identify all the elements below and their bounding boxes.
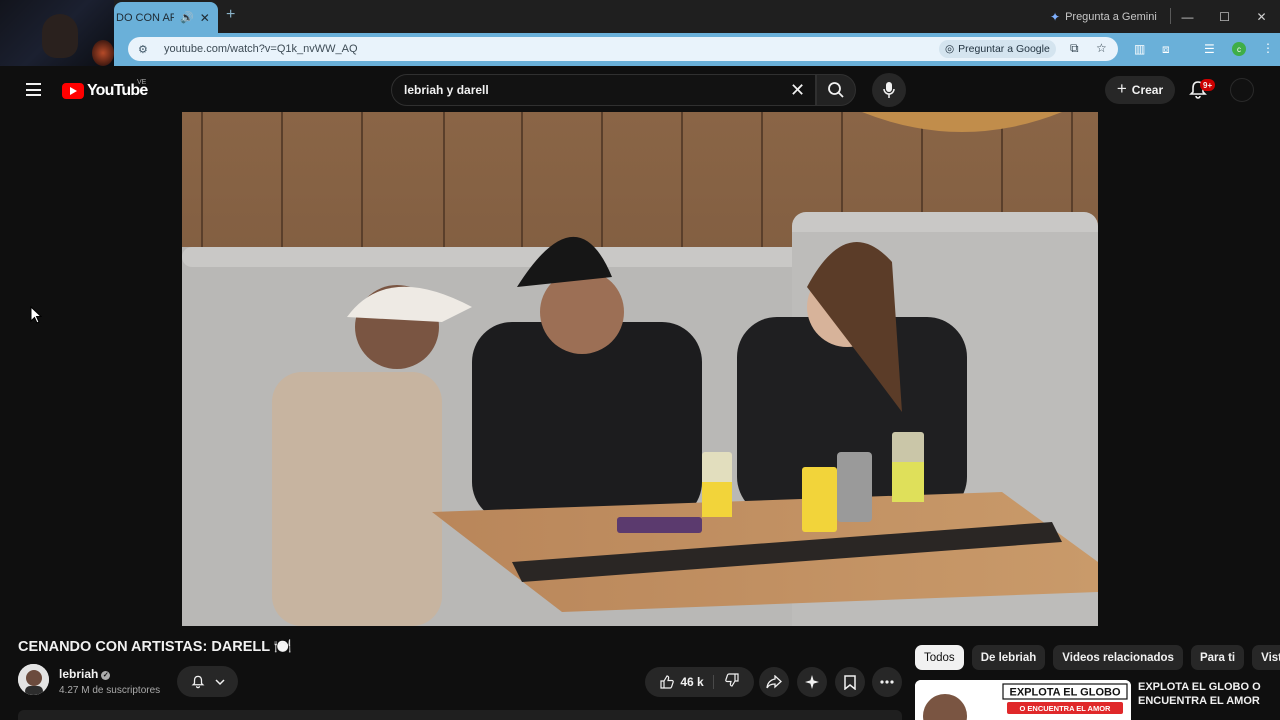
site-info-icon[interactable]: ⚙ xyxy=(138,43,150,56)
related-filter-chips: Todos De lebriah Videos relacionados Par… xyxy=(915,645,1280,670)
search-button[interactable] xyxy=(816,74,856,106)
more-horizontal-icon xyxy=(880,680,894,684)
chip-videos-relacionados[interactable]: Videos relacionados xyxy=(1053,645,1183,670)
maximize-button[interactable]: ☐ xyxy=(1206,0,1243,33)
search-icon xyxy=(828,82,844,98)
channel-name[interactable]: lebriah ✓ xyxy=(59,667,111,681)
more-actions-button[interactable] xyxy=(872,667,902,697)
bell-icon xyxy=(191,675,204,688)
chevron-down-icon xyxy=(214,678,225,685)
clear-search-icon[interactable]: ✕ xyxy=(790,80,805,101)
recommended-video-title[interactable]: EXPLOTA EL GLOBO O ENCUENTRA EL AMOR xyxy=(1138,680,1268,708)
url-text: youtube.com/watch?v=Q1k_nvWW_AQ xyxy=(164,43,358,55)
new-tab-button[interactable]: + xyxy=(226,6,235,24)
share-icon xyxy=(766,675,782,689)
like-count: 46 k xyxy=(680,675,704,689)
save-button[interactable] xyxy=(835,667,865,697)
notification-badge: 9+ xyxy=(1200,79,1216,91)
ask-google-label: Preguntar a Google xyxy=(958,43,1050,55)
minimize-button[interactable]: — xyxy=(1169,0,1206,33)
thumbs-up-icon xyxy=(660,675,675,689)
microphone-icon xyxy=(883,82,895,98)
ask-ai-button[interactable] xyxy=(797,667,827,697)
chip-para-ti[interactable]: Para ti xyxy=(1190,645,1245,670)
extensions-icon[interactable]: ⧈ xyxy=(1162,42,1170,57)
window-controls: — ☐ ✕ xyxy=(1169,0,1280,33)
browser-tab-youtube[interactable]: DO CON ARTI 🔊 ✕ xyxy=(114,2,218,33)
voice-search-button[interactable] xyxy=(872,73,906,107)
chip-visto[interactable]: Visto xyxy=(1252,645,1280,670)
bookmark-icon xyxy=(844,674,856,690)
recommended-video-thumbnail[interactable]: EXPLOTA EL GLOBO O ENCUENTRA EL AMOR xyxy=(915,680,1131,720)
plus-icon: + xyxy=(1116,79,1127,98)
browser-menu-icon[interactable]: ⋮ xyxy=(1262,41,1274,55)
thumbnail-headline: EXPLOTA EL GLOBO xyxy=(1009,687,1120,699)
gemini-button[interactable]: ✦ Pregunta a Gemini xyxy=(1050,7,1157,27)
description-box[interactable] xyxy=(18,710,902,720)
account-avatar[interactable] xyxy=(1230,78,1254,102)
like-dislike-group: 46 k xyxy=(645,667,754,697)
thumbnail-subline: O ENCUENTRA EL AMOR xyxy=(1020,704,1112,713)
thumbs-down-icon xyxy=(724,672,739,687)
guide-menu-icon[interactable] xyxy=(26,83,41,96)
share-button[interactable] xyxy=(759,667,789,697)
webcam-overlay xyxy=(0,0,114,66)
youtube-play-icon xyxy=(62,83,84,99)
create-label: Crear xyxy=(1131,83,1164,97)
install-app-icon[interactable]: ⧉ xyxy=(1070,41,1079,56)
tab-title: DO CON ARTI xyxy=(116,11,174,24)
verified-badge-icon: ✓ xyxy=(101,671,111,680)
video-player[interactable] xyxy=(182,112,1098,626)
media-controls-icon[interactable]: ▥ xyxy=(1134,42,1145,56)
reading-list-icon[interactable]: ☰ xyxy=(1204,42,1215,56)
gemini-label: Pregunta a Gemini xyxy=(1065,11,1157,23)
mouse-cursor-icon xyxy=(30,306,42,324)
speaker-icon[interactable]: 🔊 xyxy=(180,11,194,24)
like-button[interactable]: 46 k xyxy=(660,675,714,689)
close-tab-icon[interactable]: ✕ xyxy=(200,11,210,25)
bookmark-star-icon[interactable]: ☆ xyxy=(1096,41,1107,55)
video-frame xyxy=(182,112,1098,626)
chip-todos[interactable]: Todos xyxy=(915,645,964,670)
chip-de-lebriah[interactable]: De lebriah xyxy=(971,645,1046,670)
lens-icon: ◎ xyxy=(945,43,955,55)
sparkle-icon xyxy=(805,675,819,689)
subscribed-notifications-button[interactable] xyxy=(177,666,238,697)
create-button[interactable]: + Crear xyxy=(1105,76,1175,104)
country-code: VE xyxy=(137,79,147,86)
ask-google-button[interactable]: ◎ Preguntar a Google xyxy=(939,40,1056,58)
subscriber-count: 4.27 M de suscriptores xyxy=(59,685,161,696)
dislike-button[interactable] xyxy=(714,672,739,692)
youtube-logo[interactable]: YouTube xyxy=(62,82,148,100)
video-title: CENANDO CON ARTISTAS: DARELL 🍽️ xyxy=(18,639,292,655)
profile-avatar[interactable]: c xyxy=(1232,42,1246,56)
search-input[interactable]: lebriah y darell xyxy=(391,74,816,106)
close-window-button[interactable]: ✕ xyxy=(1243,0,1280,33)
channel-avatar[interactable] xyxy=(18,664,49,695)
channel-name-text: lebriah xyxy=(59,667,99,681)
gemini-icon: ✦ xyxy=(1050,10,1061,24)
